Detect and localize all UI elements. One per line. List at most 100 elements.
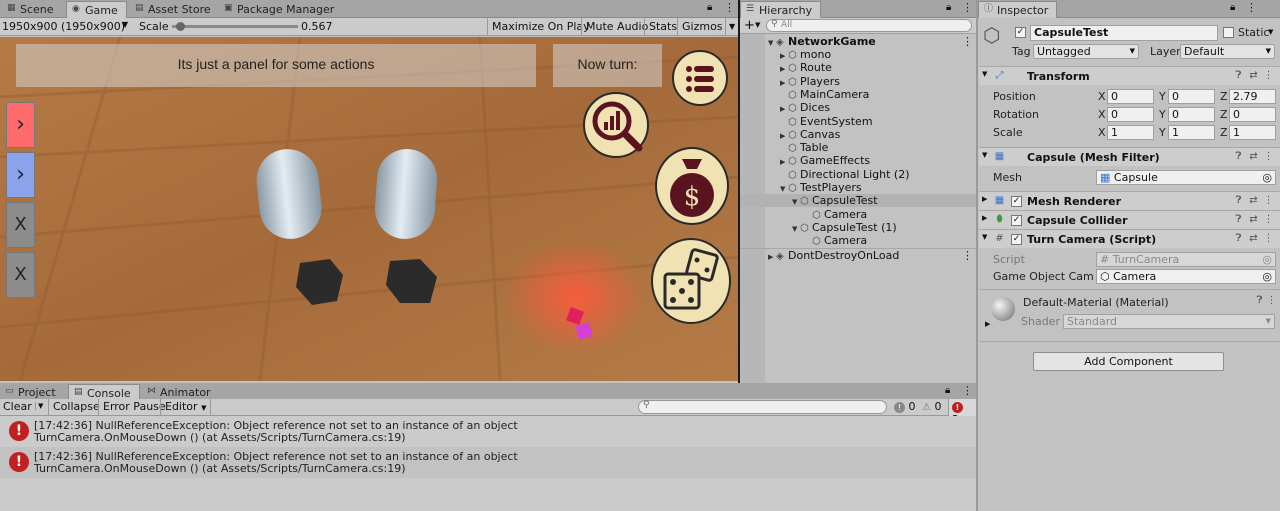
game-object-cam-field[interactable]: ⬡ Camera ◎ <box>1096 269 1276 284</box>
more-menu-icon[interactable]: ⋮ <box>1246 1 1257 14</box>
add-component-button[interactable]: Add Component <box>1033 352 1224 371</box>
gizmos-dropdown-icon[interactable]: ▼ <box>725 18 735 36</box>
hierarchy-item[interactable]: ▶ ⬡ Canvas <box>740 128 976 141</box>
more-menu-icon[interactable]: ⋮ <box>1263 70 1274 81</box>
scale-field[interactable]: 1 <box>1168 125 1215 140</box>
tab-hierarchy[interactable]: ☰ Hierarchy <box>740 1 822 18</box>
tag-dropdown[interactable]: Untagged ▼ <box>1033 44 1139 59</box>
help-icon[interactable]: ❓︎ <box>1233 233 1244 244</box>
rotation-axis-label[interactable]: X <box>1098 108 1106 121</box>
preset-icon[interactable]: ⇄ <box>1248 151 1259 162</box>
position-field[interactable]: 0 <box>1107 89 1154 104</box>
resolution-dropdown[interactable]: 1950x900 (1950x900) ▼ <box>2 20 132 34</box>
hierarchy-dontdestroy-row[interactable]: ▶ ◈ DontDestroyOnLoad ⋮ <box>740 248 976 262</box>
warning-filter-button[interactable]: ⚠ 0 <box>920 400 943 416</box>
hierarchy-item[interactable]: ⬡ MainCamera <box>740 88 976 101</box>
side-button-3[interactable]: X <box>6 202 35 248</box>
mesh-field[interactable]: ▦ Capsule ◎ <box>1096 170 1276 185</box>
hierarchy-item[interactable]: ⬡ Camera <box>740 208 976 221</box>
lock-icon[interactable]: 🔒︎ <box>1230 2 1235 13</box>
hierarchy-item[interactable]: ▶ ⬡ mono <box>740 48 976 61</box>
clear-button[interactable]: Clear <box>3 400 32 413</box>
preset-icon[interactable]: ⇄ <box>1248 195 1259 206</box>
hierarchy-root-row[interactable]: ▼ ◈ NetworkGame ⋮ <box>740 35 976 48</box>
lock-icon[interactable]: 🔒︎ <box>707 2 712 13</box>
lock-icon[interactable]: 🔒︎ <box>946 2 951 13</box>
hierarchy-item[interactable]: ▼ ⬡ CapsuleTest (1) <box>740 221 976 234</box>
add-button[interactable]: + <box>744 18 755 33</box>
hierarchy-item[interactable]: ▶ ⬡ GameEffects <box>740 154 976 167</box>
tab-package-manager[interactable]: ▣ Package Manager <box>219 1 342 18</box>
turn-camera-header[interactable]: ▼ # ✓ Turn Camera (Script) ❓︎ ⇄ ⋮ <box>979 229 1280 248</box>
scale-axis-label[interactable]: Y <box>1159 126 1166 139</box>
transform-header[interactable]: ▼ ⤢ Transform ❓︎ ⇄ ⋮ <box>979 66 1280 85</box>
console-entry[interactable]: ! [17:42:36] NullReferenceException: Obj… <box>0 447 976 478</box>
expand-arrow-icon[interactable]: ▶ <box>985 320 990 328</box>
error-pause-button[interactable]: Error Pause <box>98 399 170 416</box>
tab-scene[interactable]: ▦ Scene <box>2 1 62 18</box>
capsule-collider-checkbox[interactable]: ✓ <box>1011 215 1022 226</box>
maximize-on-play-button[interactable]: Maximize On Play <box>487 18 594 36</box>
rotation-field[interactable]: 0 <box>1107 107 1154 122</box>
lock-icon[interactable]: 🔒︎ <box>945 385 950 396</box>
hierarchy-search-input[interactable]: ⚲ All <box>766 19 972 32</box>
scale-slider[interactable] <box>172 22 298 31</box>
help-icon[interactable]: ❓︎ <box>1233 151 1244 162</box>
add-dropdown-icon[interactable]: ▼ <box>755 21 760 29</box>
stats-button[interactable]: Stats <box>644 18 681 36</box>
help-icon[interactable]: ❓︎ <box>1233 214 1244 225</box>
hierarchy-item[interactable]: ⬡ Directional Light (2) <box>740 168 976 181</box>
more-menu-icon[interactable]: ⋮ <box>1266 295 1277 306</box>
hierarchy-item[interactable]: ⬡ Camera <box>740 234 976 247</box>
scale-slider-thumb[interactable] <box>175 22 185 31</box>
position-axis-label[interactable]: Y <box>1159 90 1166 103</box>
info-filter-button[interactable]: ! 0 <box>892 400 918 416</box>
tab-inspector[interactable]: ⓘ Inspector <box>978 1 1058 18</box>
scale-axis-label[interactable]: Z <box>1220 126 1228 139</box>
menu-button[interactable] <box>672 50 728 106</box>
clear-dropdown-icon[interactable]: ▼ <box>35 402 43 410</box>
error-filter-button[interactable]: ! 2 <box>948 399 976 426</box>
position-axis-label[interactable]: X <box>1098 90 1106 103</box>
capsule-collider-header[interactable]: ▶ ⬮ ✓ Capsule Collider ❓︎ ⇄ ⋮ <box>979 210 1280 229</box>
gizmos-button[interactable]: Gizmos <box>677 18 727 36</box>
mute-audio-button[interactable]: Mute Audio <box>581 18 652 36</box>
side-button-2[interactable]: › <box>6 152 35 198</box>
preset-icon[interactable]: ⇄ <box>1248 233 1259 244</box>
help-icon[interactable]: ❓︎ <box>1233 195 1244 206</box>
rotation-field[interactable]: 0 <box>1229 107 1276 122</box>
help-icon[interactable]: ❓︎ <box>1233 70 1244 81</box>
layer-dropdown[interactable]: Default ▼ <box>1180 44 1275 59</box>
tab-asset-store[interactable]: ▤ Asset Store <box>130 1 219 18</box>
hierarchy-item[interactable]: ▼ ⬡ CapsuleTest <box>740 194 976 208</box>
more-menu-icon[interactable]: ⋮ <box>962 1 973 14</box>
editor-dropdown[interactable]: Editor ▼ <box>160 399 212 416</box>
more-menu-icon[interactable]: ⋮ <box>1263 233 1274 244</box>
console-search-input[interactable]: ⚲ <box>638 400 887 414</box>
money-button[interactable]: $ <box>655 147 729 225</box>
object-picker-icon[interactable]: ◎ <box>1262 270 1272 283</box>
object-name-field[interactable]: CapsuleTest <box>1030 25 1218 41</box>
tab-game[interactable]: ◉ Game <box>66 1 127 18</box>
hierarchy-item[interactable]: ⬡ Table <box>740 141 976 154</box>
stats-search-button[interactable] <box>583 92 649 158</box>
game-view[interactable]: Its just a panel for some actions Now tu… <box>0 37 738 381</box>
active-checkbox[interactable]: ✓ <box>1015 27 1026 38</box>
preset-icon[interactable]: ⇄ <box>1248 70 1259 81</box>
hierarchy-item[interactable]: ▶ ⬡ Players <box>740 75 976 88</box>
position-field[interactable]: 0 <box>1168 89 1215 104</box>
static-checkbox[interactable] <box>1223 27 1234 38</box>
hierarchy-item[interactable]: ▶ ⬡ Dices <box>740 101 976 114</box>
mesh-renderer-checkbox[interactable]: ✓ <box>1011 196 1022 207</box>
rotation-axis-label[interactable]: Z <box>1220 108 1228 121</box>
static-dropdown-icon[interactable]: ▼ <box>1268 28 1273 36</box>
console-entry[interactable]: ! [17:42:36] NullReferenceException: Obj… <box>0 416 976 447</box>
object-picker-icon[interactable]: ◎ <box>1262 171 1272 184</box>
rotation-field[interactable]: 0 <box>1168 107 1215 122</box>
help-icon[interactable]: ❓︎ <box>1254 295 1265 306</box>
scale-field[interactable]: 1 <box>1229 125 1276 140</box>
hierarchy-item[interactable]: ⬡ EventSystem <box>740 115 976 128</box>
more-menu-icon[interactable]: ⋮ <box>962 249 973 262</box>
rotation-axis-label[interactable]: Y <box>1159 108 1166 121</box>
turn-camera-checkbox[interactable]: ✓ <box>1011 234 1022 245</box>
